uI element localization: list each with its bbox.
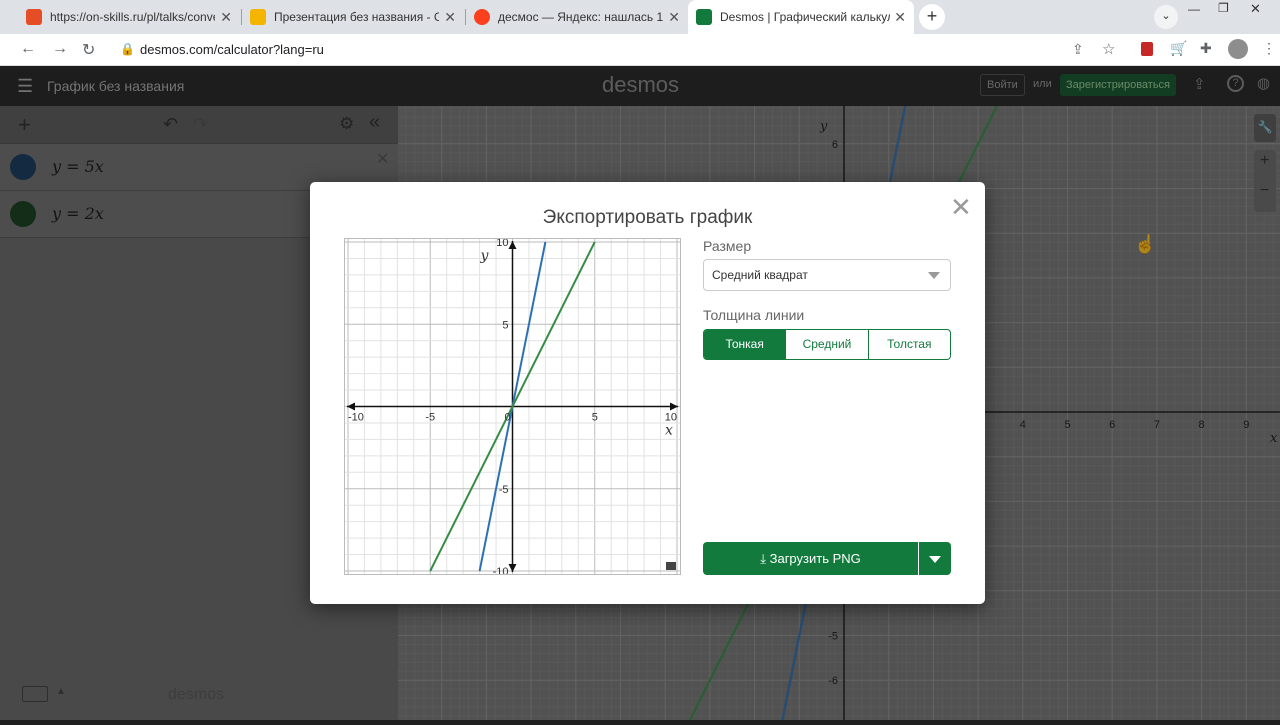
- extensions-puzzle-icon[interactable]: ✚: [1200, 40, 1212, 57]
- new-tab-plus-icon[interactable]: +: [919, 4, 945, 30]
- y-tick-label: 5: [502, 319, 508, 331]
- x-tick-label: -10: [348, 412, 364, 424]
- tab-title: https://on-skills.ru/pl/talks/conve: [50, 10, 215, 24]
- download-icon: ⤓: [760, 551, 770, 566]
- tab-title: Desmos | Графический калькуля: [720, 10, 890, 24]
- browser-tab[interactable]: https://on-skills.ru/pl/talks/conve ✕: [18, 0, 240, 34]
- minimize-icon[interactable]: —: [1188, 2, 1200, 16]
- size-label: Размер: [703, 238, 752, 254]
- close-tab-icon[interactable]: ✕: [668, 9, 680, 26]
- profile-avatar[interactable]: [1228, 39, 1248, 59]
- close-dialog-icon[interactable]: ✕: [950, 192, 972, 223]
- thickness-thin-button[interactable]: Тонкая: [704, 330, 786, 359]
- dialog-title: Экспортировать график: [542, 207, 753, 228]
- x-tick-label: 5: [592, 412, 598, 424]
- preview-chart: -10 -5 0 5 10105-5-10xy: [345, 237, 680, 578]
- bookmark-star-icon[interactable]: ☆: [1102, 40, 1115, 58]
- size-select[interactable]: Средний квадрат: [703, 259, 951, 291]
- x-tick-label: 0: [504, 412, 510, 424]
- download-png-button[interactable]: ⤓ Загрузить PNG: [703, 542, 918, 575]
- extension-cart-icon[interactable]: 🛒: [1170, 40, 1187, 57]
- thickness-thick-button[interactable]: Толстая: [867, 330, 950, 359]
- share-icon[interactable]: ⇪: [1072, 41, 1084, 58]
- restore-icon[interactable]: ❐: [1218, 1, 1229, 15]
- close-tab-icon[interactable]: ✕: [894, 9, 906, 26]
- y-tick-label: -10: [493, 566, 509, 574]
- x-tick-label: -5: [425, 412, 435, 424]
- browser-tab-bar: https://on-skills.ru/pl/talks/conve ✕ Пр…: [0, 0, 1280, 34]
- back-arrow-icon[interactable]: ←: [20, 40, 36, 58]
- resize-handle-icon: [666, 562, 676, 570]
- dropdown-caret-icon: [928, 272, 940, 279]
- size-select-value: Средний квадрат: [712, 268, 808, 282]
- slides-favicon-icon: [250, 9, 266, 25]
- y-tick-label: -5: [499, 484, 509, 496]
- url-field[interactable]: desmos.com/calculator?lang=ru: [140, 42, 324, 57]
- reload-icon[interactable]: ↻: [82, 40, 95, 60]
- tab-search-chevron-icon[interactable]: ⌄: [1154, 5, 1178, 29]
- yandex-favicon-icon: [474, 9, 490, 25]
- thickness-medium-button[interactable]: Средний: [785, 330, 867, 359]
- desmos-favicon-icon: [696, 9, 712, 25]
- window-close-icon[interactable]: ✕: [1250, 1, 1261, 17]
- export-preview: -10 -5 0 5 10 10 5 -5 -10 x y: [344, 237, 681, 578]
- browser-menu-icon[interactable]: ⋮: [1262, 40, 1276, 57]
- line-thickness-label: Толщина линии: [703, 307, 805, 323]
- forward-arrow-icon[interactable]: →: [52, 40, 68, 58]
- y-tick-label: 10: [496, 239, 508, 249]
- line-thickness-toggle: Тонкая Средний Толстая: [703, 329, 951, 360]
- extension-shield-icon[interactable]: [1141, 42, 1153, 56]
- export-graph-dialog: Экспортировать график ✕ -10 -5 0 5 10 10 5 -5 -1…: [310, 182, 985, 604]
- lock-icon[interactable]: 🔒: [120, 42, 135, 56]
- download-label: Загрузить PNG: [769, 551, 861, 566]
- browser-address-bar: ← → ↻ 🔒 desmos.com/calculator?lang=ru ⇪ …: [0, 34, 1280, 66]
- download-options-button[interactable]: [919, 542, 951, 575]
- close-tab-icon[interactable]: ✕: [444, 9, 456, 26]
- tab-title: Презентация без названия - Go: [274, 10, 439, 24]
- site-favicon-icon: [26, 9, 42, 25]
- tab-title: десмос — Яндекс: нашлась 151: [498, 10, 663, 24]
- x-axis-label: x: [665, 423, 673, 439]
- browser-tab-active[interactable]: Desmos | Графический калькуля ✕: [688, 0, 914, 34]
- dropdown-caret-icon: [929, 556, 941, 563]
- browser-tab[interactable]: десмос — Яндекс: нашлась 151 ✕: [466, 0, 688, 34]
- browser-tab[interactable]: Презентация без названия - Go ✕: [242, 0, 464, 34]
- close-tab-icon[interactable]: ✕: [220, 9, 232, 26]
- y-axis-label: y: [480, 248, 490, 264]
